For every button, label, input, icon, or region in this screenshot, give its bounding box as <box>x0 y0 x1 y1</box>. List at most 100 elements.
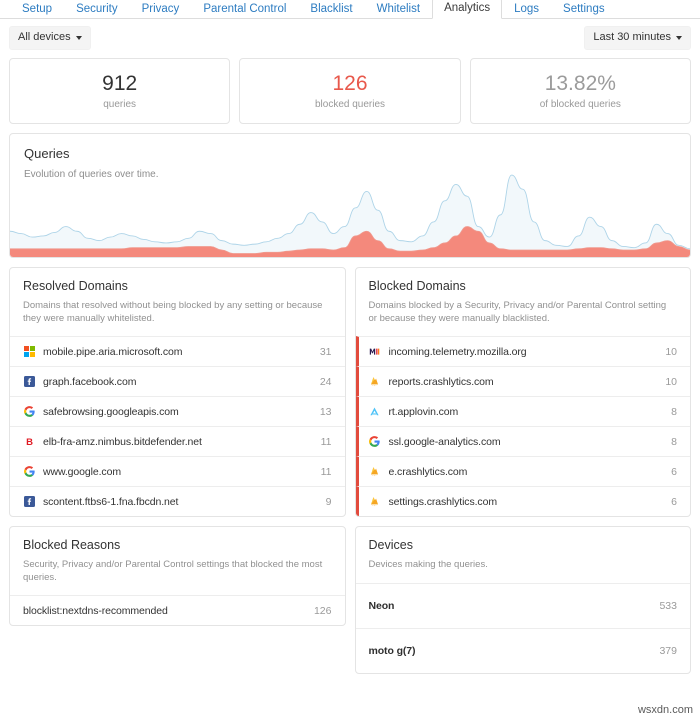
google-icon <box>23 406 35 418</box>
bitdefender-icon: B <box>23 436 35 448</box>
stat-card-blocked-queries: 126 blocked queries <box>239 58 461 124</box>
tab-whitelist[interactable]: Whitelist <box>365 0 432 19</box>
stats-row: 912 queries 126 blocked queries 13.82% o… <box>0 58 700 124</box>
domain-name: graph.facebook.com <box>43 375 137 388</box>
device-name: Neon <box>368 599 395 612</box>
stat-label-queries: queries <box>103 98 137 110</box>
main-tab-bar: Setup Security Privacy Parental Control … <box>0 0 700 19</box>
domain-name: rt.applovin.com <box>388 405 459 418</box>
domain-name: e.crashlytics.com <box>388 465 468 478</box>
blocked-reasons-title: Blocked Reasons <box>23 538 121 552</box>
stat-label-blocked-percent: of blocked queries <box>539 98 621 110</box>
query-count: 13 <box>319 405 332 418</box>
blocked-domains-panel: Blocked Domains Domains blocked by a Sec… <box>354 267 691 517</box>
domain-name: safebrowsing.googleapis.com <box>43 405 179 418</box>
domain-name: mobile.pipe.aria.microsoft.com <box>43 345 183 358</box>
list-item[interactable]: mobile.pipe.aria.microsoft.com 31 <box>10 336 345 366</box>
crashlytics-icon <box>369 376 381 388</box>
domain-name: scontent.ftbs6-1.fna.fbcdn.net <box>43 495 179 508</box>
queries-chart-card: Queries Evolution of queries over time. <box>9 133 691 258</box>
list-item[interactable]: e.crashlytics.com 6 <box>355 456 690 486</box>
query-count: 8 <box>671 405 677 418</box>
blocked-domains-description: Domains blocked by a Security, Privacy a… <box>368 300 667 324</box>
blocked-reasons-list: blocklist:nextdns-recommended 126 <box>10 595 345 625</box>
query-count: 6 <box>671 465 677 478</box>
blocked-reasons-panel: Blocked Reasons Security, Privacy and/or… <box>9 526 346 626</box>
svg-text:B: B <box>26 437 33 447</box>
tab-parental-control[interactable]: Parental Control <box>191 0 298 19</box>
crashlytics-icon <box>369 466 381 478</box>
tab-settings[interactable]: Settings <box>551 0 617 19</box>
list-item[interactable]: incoming.telemetry.mozilla.org 10 <box>355 336 690 366</box>
list-item[interactable]: rt.applovin.com 8 <box>355 396 690 426</box>
facebook-icon <box>23 376 35 388</box>
list-item[interactable]: scontent.ftbs6-1.fna.fbcdn.net 9 <box>10 486 345 516</box>
tab-privacy[interactable]: Privacy <box>130 0 192 19</box>
tab-analytics[interactable]: Analytics <box>432 0 503 19</box>
tab-setup[interactable]: Setup <box>10 0 64 19</box>
panels-grid: Resolved Domains Domains that resolved w… <box>0 267 700 683</box>
left-column: Resolved Domains Domains that resolved w… <box>9 267 346 635</box>
blocked-reasons-description: Security, Privacy and/or Parental Contro… <box>23 559 323 583</box>
query-count: 6 <box>671 495 677 508</box>
microsoft-icon <box>23 346 35 358</box>
stat-card-blocked-percent: 13.82% of blocked queries <box>469 58 691 124</box>
stat-value-blocked-queries: 126 <box>332 71 368 95</box>
resolved-domains-title: Resolved Domains <box>23 279 128 293</box>
domain-name: incoming.telemetry.mozilla.org <box>388 345 527 358</box>
query-count: 11 <box>320 435 332 448</box>
list-item[interactable]: moto g(7) 379 <box>355 627 690 673</box>
query-count: 10 <box>665 375 677 388</box>
stat-value-blocked-percent: 13.82% <box>544 71 616 95</box>
domain-name: www.google.com <box>43 465 121 478</box>
list-item[interactable]: safebrowsing.googleapis.com 13 <box>10 396 345 426</box>
list-item[interactable]: ssl.google-analytics.com 8 <box>355 426 690 456</box>
resolved-domains-list: mobile.pipe.aria.microsoft.com 31 graph.fa… <box>10 336 345 516</box>
devices-panel: Devices Devices making the queries. Neon… <box>354 526 691 674</box>
query-count: 126 <box>313 604 332 617</box>
watermark: wsxdn.com <box>637 704 693 716</box>
queries-chart-title: Queries <box>24 146 70 161</box>
blocked-domains-title: Blocked Domains <box>368 279 466 293</box>
list-item[interactable]: reports.crashlytics.com 10 <box>355 366 690 396</box>
list-item[interactable]: www.google.com 11 <box>10 456 345 486</box>
query-count: 9 <box>325 495 332 508</box>
list-item[interactable]: Neon 533 <box>355 582 690 628</box>
devices-title: Devices <box>368 538 413 552</box>
list-item[interactable]: graph.facebook.com 24 <box>10 366 345 396</box>
query-count: 10 <box>665 345 677 358</box>
reason-name: blocklist:nextdns-recommended <box>23 604 168 617</box>
mozilla-icon <box>369 346 381 358</box>
time-range-dropdown[interactable]: Last 30 minutes <box>584 25 691 50</box>
google-icon <box>23 466 35 478</box>
list-item[interactable]: settings.crashlytics.com 6 <box>355 486 690 516</box>
resolved-domains-header: Resolved Domains Domains that resolved w… <box>10 268 345 336</box>
domain-name: settings.crashlytics.com <box>388 495 498 508</box>
applovin-icon <box>369 406 381 418</box>
google-icon <box>369 436 381 448</box>
resolved-domains-description: Domains that resolved without being bloc… <box>23 300 323 324</box>
device-name: moto g(7) <box>368 644 416 657</box>
device-filter-dropdown[interactable]: All devices <box>9 25 91 50</box>
filter-bar: All devices Last 30 minutes <box>0 19 700 56</box>
time-range-label: Last 30 minutes <box>593 30 671 43</box>
facebook-icon <box>23 496 35 508</box>
resolved-domains-panel: Resolved Domains Domains that resolved w… <box>9 267 346 517</box>
device-filter-label: All devices <box>18 30 71 43</box>
page-root: Setup Security Privacy Parental Control … <box>0 0 700 719</box>
tab-logs[interactable]: Logs <box>502 0 551 19</box>
tab-blacklist[interactable]: Blacklist <box>298 0 364 19</box>
chevron-down-icon <box>75 36 82 40</box>
right-column: Blocked Domains Domains blocked by a Sec… <box>354 267 691 683</box>
tab-security[interactable]: Security <box>64 0 130 19</box>
blocked-domains-list: incoming.telemetry.mozilla.org 10 reports.… <box>355 336 690 516</box>
devices-list: Neon 533 moto g(7) 379 <box>355 582 690 673</box>
domain-name: elb-fra-amz.nimbus.bitdefender.net <box>43 435 202 448</box>
devices-description: Devices making the queries. <box>368 559 488 570</box>
domain-name: reports.crashlytics.com <box>388 375 494 388</box>
query-count: 379 <box>659 644 677 657</box>
query-count: 31 <box>319 345 332 358</box>
list-item[interactable]: Belb-fra-amz.nimbus.bitdefender.net 11 <box>10 426 345 456</box>
query-count: 8 <box>671 435 677 448</box>
list-item[interactable]: blocklist:nextdns-recommended 126 <box>10 595 345 625</box>
